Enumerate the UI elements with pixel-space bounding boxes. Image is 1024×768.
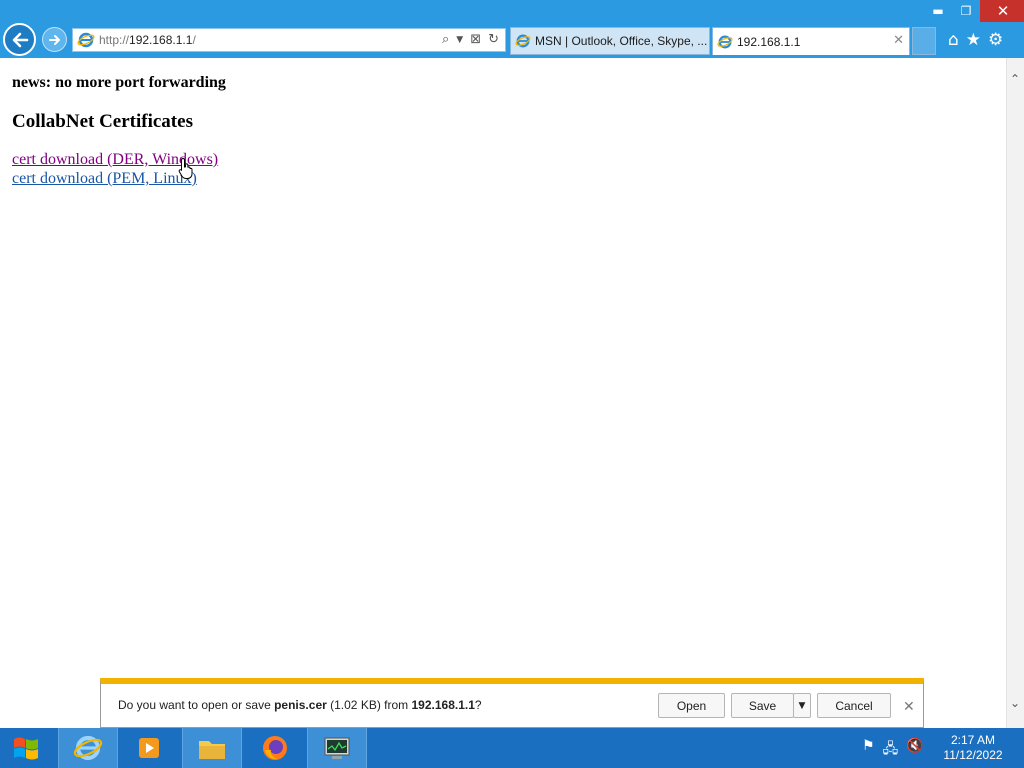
internet-explorer-icon: [77, 32, 95, 48]
refresh-icon[interactable]: ↻: [488, 32, 499, 47]
tab-close-icon[interactable]: ✕: [893, 33, 904, 48]
internet-explorer-icon: [515, 34, 531, 48]
media-player-icon: [139, 738, 159, 758]
address-tools: ⌕ ▼ ⊠ ↻: [442, 32, 499, 47]
scroll-up-icon[interactable]: ⌃: [1010, 72, 1020, 86]
hand-cursor-icon: [178, 157, 193, 179]
download-notification-bar: Do you want to open or save penis.cer (1…: [100, 678, 924, 728]
address-bar[interactable]: http://192.168.1.1/ ⌕ ▼ ⊠ ↻: [72, 28, 506, 52]
chevron-down-icon[interactable]: ▼: [456, 35, 463, 47]
back-arrow-icon: [12, 32, 28, 47]
url-text[interactable]: http://192.168.1.1/: [99, 33, 196, 47]
restore-button[interactable]: ❐: [952, 0, 980, 22]
window-controls: ▬ ❐ ✕: [924, 0, 1024, 22]
taskbar-firefox[interactable]: [245, 728, 305, 768]
home-icon[interactable]: ⌂: [948, 30, 959, 50]
system-tray: ⚑ 🖧 🔇: [862, 738, 924, 762]
forward-button[interactable]: [42, 27, 67, 52]
save-button[interactable]: Save: [731, 693, 794, 718]
close-window-button[interactable]: ✕: [980, 0, 1024, 22]
taskbar-clock[interactable]: 2:17 AM 11/12/2022: [938, 733, 1008, 763]
page-content: news: no more port forwarding CollabNet …: [0, 58, 1006, 728]
favorites-star-icon[interactable]: ★: [966, 30, 981, 50]
minimize-button[interactable]: ▬: [924, 0, 952, 22]
taskbar-media-player[interactable]: [119, 728, 179, 768]
tab-label: MSN | Outlook, Office, Skype, ...: [535, 34, 708, 48]
new-tab-button[interactable]: [912, 27, 936, 55]
compatibility-view-icon[interactable]: ⊠: [470, 32, 481, 47]
start-button[interactable]: [0, 728, 52, 768]
cancel-button[interactable]: Cancel: [817, 693, 891, 718]
cert-download-pem-link[interactable]: cert download (PEM, Linux): [12, 170, 197, 188]
settings-gear-icon[interactable]: ⚙: [988, 30, 1003, 50]
tab-msn[interactable]: MSN | Outlook, Office, Skype, ...: [510, 27, 710, 55]
internet-explorer-icon: [717, 35, 733, 48]
folder-icon: [199, 741, 225, 759]
volume-muted-icon[interactable]: 🔇: [906, 738, 923, 762]
taskbar-internet-explorer[interactable]: [58, 728, 118, 768]
tab-label: 192.168.1.1: [737, 34, 801, 49]
windows-logo-icon: [14, 737, 38, 760]
clock-date: 11/12/2022: [943, 748, 1003, 762]
right-toolbar: ⌂ ★ ⚙: [948, 30, 1003, 50]
forward-arrow-icon: [48, 34, 60, 45]
news-text: news: no more port forwarding: [12, 74, 226, 91]
action-center-flag-icon[interactable]: ⚑: [862, 738, 875, 762]
back-button[interactable]: [3, 23, 36, 56]
task-manager-icon: [324, 737, 350, 759]
clock-time: 2:17 AM: [950, 733, 996, 747]
dropdown-arrow-icon: ▼: [798, 700, 806, 711]
page-heading: CollabNet Certificates: [12, 111, 193, 132]
taskbar: ⚑ 🖧 🔇 2:17 AM 11/12/2022: [0, 728, 1024, 768]
save-options-dropdown[interactable]: ▼: [793, 693, 811, 718]
search-icon[interactable]: ⌕: [442, 32, 449, 47]
download-message: Do you want to open or save penis.cer (1…: [118, 698, 482, 712]
firefox-icon: [263, 736, 287, 760]
tab-192-168-1-1[interactable]: 192.168.1.1 ✕: [712, 27, 910, 55]
taskbar-task-manager[interactable]: [307, 728, 367, 768]
open-button[interactable]: Open: [658, 693, 725, 718]
network-icon[interactable]: 🖧: [883, 738, 899, 762]
internet-explorer-icon: [73, 735, 103, 761]
vertical-scrollbar[interactable]: ⌃ ⌄: [1006, 58, 1024, 728]
close-notification-icon[interactable]: ✕: [903, 699, 915, 715]
scroll-down-icon[interactable]: ⌄: [1010, 696, 1020, 710]
taskbar-file-explorer[interactable]: [182, 728, 242, 768]
browser-chrome: ▬ ❐ ✕ http://192.168.1.1/ ⌕ ▼ ⊠ ↻ MSN | …: [0, 0, 1024, 58]
